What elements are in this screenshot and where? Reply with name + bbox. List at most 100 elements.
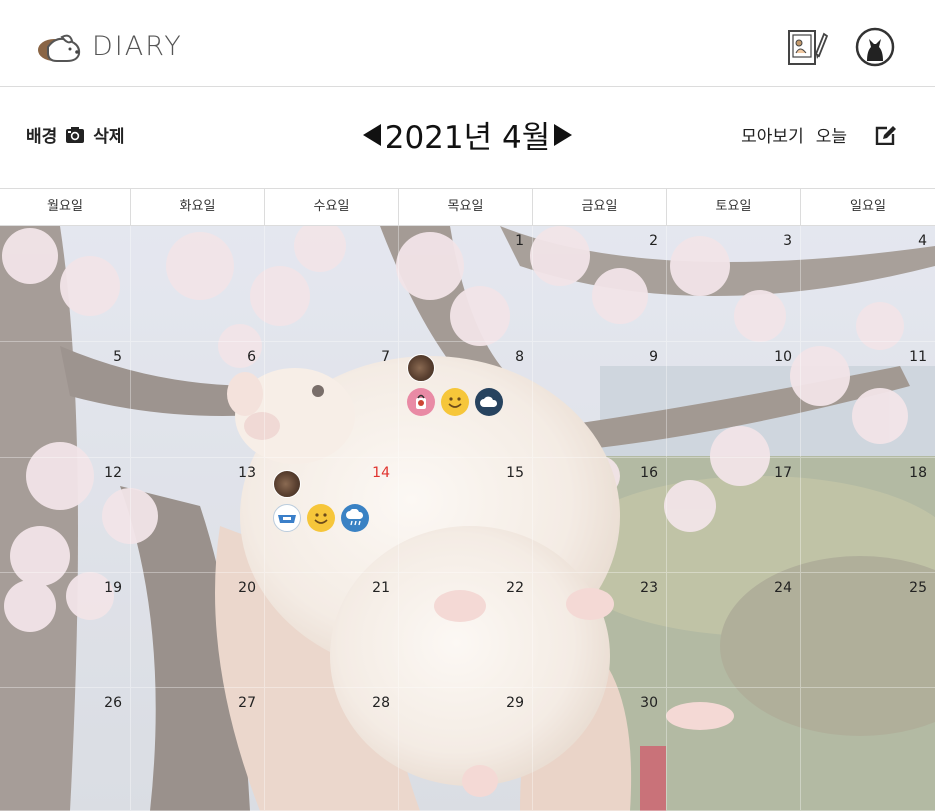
weekday-label: 일요일 bbox=[850, 199, 886, 214]
diary-entry[interactable] bbox=[407, 354, 503, 416]
day-number: 3 bbox=[783, 233, 792, 249]
calendar-grid: 1 2 3 4 5 6 7 8 9 10 11 12 13 14 15 16 1… bbox=[0, 226, 935, 811]
diary-button[interactable] bbox=[786, 26, 829, 68]
day-number: 15 bbox=[506, 465, 524, 481]
weekday-label: 목요일 bbox=[399, 189, 533, 225]
calendar-grid-area: 1 2 3 4 5 6 7 8 9 10 11 12 13 14 15 16 1… bbox=[0, 226, 935, 811]
day-number: 4 bbox=[918, 233, 927, 249]
cup-noodle-icon bbox=[407, 388, 435, 416]
day-cell[interactable]: 4 bbox=[801, 226, 935, 342]
prev-month-arrow-icon[interactable] bbox=[362, 123, 381, 146]
day-number: 28 bbox=[372, 695, 390, 711]
day-number: 5 bbox=[113, 349, 122, 365]
day-cell[interactable]: 21 bbox=[265, 573, 399, 688]
weekday-label: 화요일 bbox=[131, 189, 265, 225]
day-cell[interactable]: 28 bbox=[265, 688, 399, 811]
weekday-header: 월요일 화요일 수요일 목요일 금요일 토요일 일요일 bbox=[0, 188, 935, 226]
day-number: 16 bbox=[640, 465, 658, 481]
day-cell[interactable]: 23 bbox=[533, 573, 667, 688]
day-cell[interactable]: 14 bbox=[265, 458, 399, 573]
day-number: 1 bbox=[515, 233, 524, 249]
day-cell[interactable]: 26 bbox=[0, 688, 131, 811]
day-cell[interactable]: 5 bbox=[0, 342, 131, 458]
weekday-label: 금요일 bbox=[533, 189, 667, 225]
month-title: 2021년 4월 bbox=[384, 120, 551, 156]
day-cell[interactable] bbox=[801, 688, 935, 811]
day-cell[interactable]: 27 bbox=[131, 688, 265, 811]
day-cell[interactable]: 24 bbox=[667, 573, 801, 688]
day-cell[interactable]: 15 bbox=[399, 458, 533, 573]
day-number: 19 bbox=[104, 580, 122, 596]
day-cell[interactable]: 12 bbox=[0, 458, 131, 573]
logo-text: DIARY bbox=[92, 30, 183, 62]
calendar-controls: 배경 삭제 2021년 4월 모아보기 오늘 bbox=[0, 88, 935, 188]
day-cell[interactable]: 16 bbox=[533, 458, 667, 573]
top-bar: DIARY bbox=[0, 0, 935, 87]
smile-emoji-icon bbox=[307, 504, 335, 532]
day-number: 8 bbox=[515, 349, 524, 365]
day-number: 25 bbox=[909, 580, 927, 596]
day-number: 17 bbox=[774, 465, 792, 481]
day-cell[interactable]: 2 bbox=[533, 226, 667, 342]
today-day-number: 14 bbox=[372, 465, 390, 481]
day-number: 22 bbox=[506, 580, 524, 596]
day-cell[interactable]: 10 bbox=[667, 342, 801, 458]
day-cell[interactable]: 18 bbox=[801, 458, 935, 573]
day-cell[interactable]: 30 bbox=[533, 688, 667, 811]
write-icon[interactable] bbox=[875, 125, 897, 145]
day-number: 7 bbox=[381, 349, 390, 365]
day-cell[interactable] bbox=[131, 226, 265, 342]
smile-emoji-icon bbox=[441, 388, 469, 416]
day-number: 26 bbox=[104, 695, 122, 711]
pet-photo-icon bbox=[407, 354, 435, 382]
day-cell[interactable]: 8 bbox=[399, 342, 533, 458]
diary-entry[interactable] bbox=[273, 470, 369, 532]
day-cell[interactable]: 25 bbox=[801, 573, 935, 688]
day-cell[interactable]: 19 bbox=[0, 573, 131, 688]
day-number: 11 bbox=[909, 349, 927, 365]
today-button[interactable]: 오늘 bbox=[816, 122, 847, 147]
day-cell[interactable]: 11 bbox=[801, 342, 935, 458]
day-number: 18 bbox=[909, 465, 927, 481]
day-cell[interactable]: 17 bbox=[667, 458, 801, 573]
day-number: 24 bbox=[774, 580, 792, 596]
day-cell[interactable]: 22 bbox=[399, 573, 533, 688]
day-cell[interactable]: 29 bbox=[399, 688, 533, 811]
day-number: 10 bbox=[774, 349, 792, 365]
pet-bowl-icon bbox=[273, 504, 301, 532]
day-cell[interactable] bbox=[265, 226, 399, 342]
day-number: 6 bbox=[247, 349, 256, 365]
day-number: 2 bbox=[649, 233, 658, 249]
day-number: 9 bbox=[649, 349, 658, 365]
day-number: 12 bbox=[104, 465, 122, 481]
day-number: 20 bbox=[238, 580, 256, 596]
view-controls: 모아보기 오늘 bbox=[741, 122, 909, 147]
day-number: 21 bbox=[372, 580, 390, 596]
day-cell[interactable]: 20 bbox=[131, 573, 265, 688]
diary-book-icon bbox=[788, 30, 829, 65]
day-cell[interactable]: 6 bbox=[131, 342, 265, 458]
cloud-weather-icon bbox=[475, 388, 503, 416]
cat-profile-icon bbox=[855, 27, 895, 67]
weekday-label: 토요일 bbox=[667, 189, 801, 225]
day-cell[interactable]: 3 bbox=[667, 226, 801, 342]
rain-weather-icon bbox=[341, 504, 369, 532]
weekday-label: 월요일 bbox=[0, 189, 131, 225]
next-month-arrow-icon[interactable] bbox=[554, 123, 573, 146]
day-cell[interactable] bbox=[0, 226, 131, 342]
day-number: 23 bbox=[640, 580, 658, 596]
day-number: 27 bbox=[238, 695, 256, 711]
day-cell[interactable]: 1 bbox=[399, 226, 533, 342]
weekday-label: 수요일 bbox=[265, 189, 399, 225]
day-number: 30 bbox=[640, 695, 658, 711]
logo[interactable]: DIARY bbox=[34, 28, 183, 64]
day-cell[interactable] bbox=[667, 688, 801, 811]
day-cell[interactable]: 7 bbox=[265, 342, 399, 458]
profile-button[interactable] bbox=[855, 27, 895, 67]
day-number: 13 bbox=[238, 465, 256, 481]
pet-photo-icon bbox=[273, 470, 301, 498]
puppy-logo-icon bbox=[38, 34, 81, 62]
day-cell[interactable]: 13 bbox=[131, 458, 265, 573]
gallery-view-button[interactable]: 모아보기 bbox=[741, 122, 804, 147]
day-cell[interactable]: 9 bbox=[533, 342, 667, 458]
